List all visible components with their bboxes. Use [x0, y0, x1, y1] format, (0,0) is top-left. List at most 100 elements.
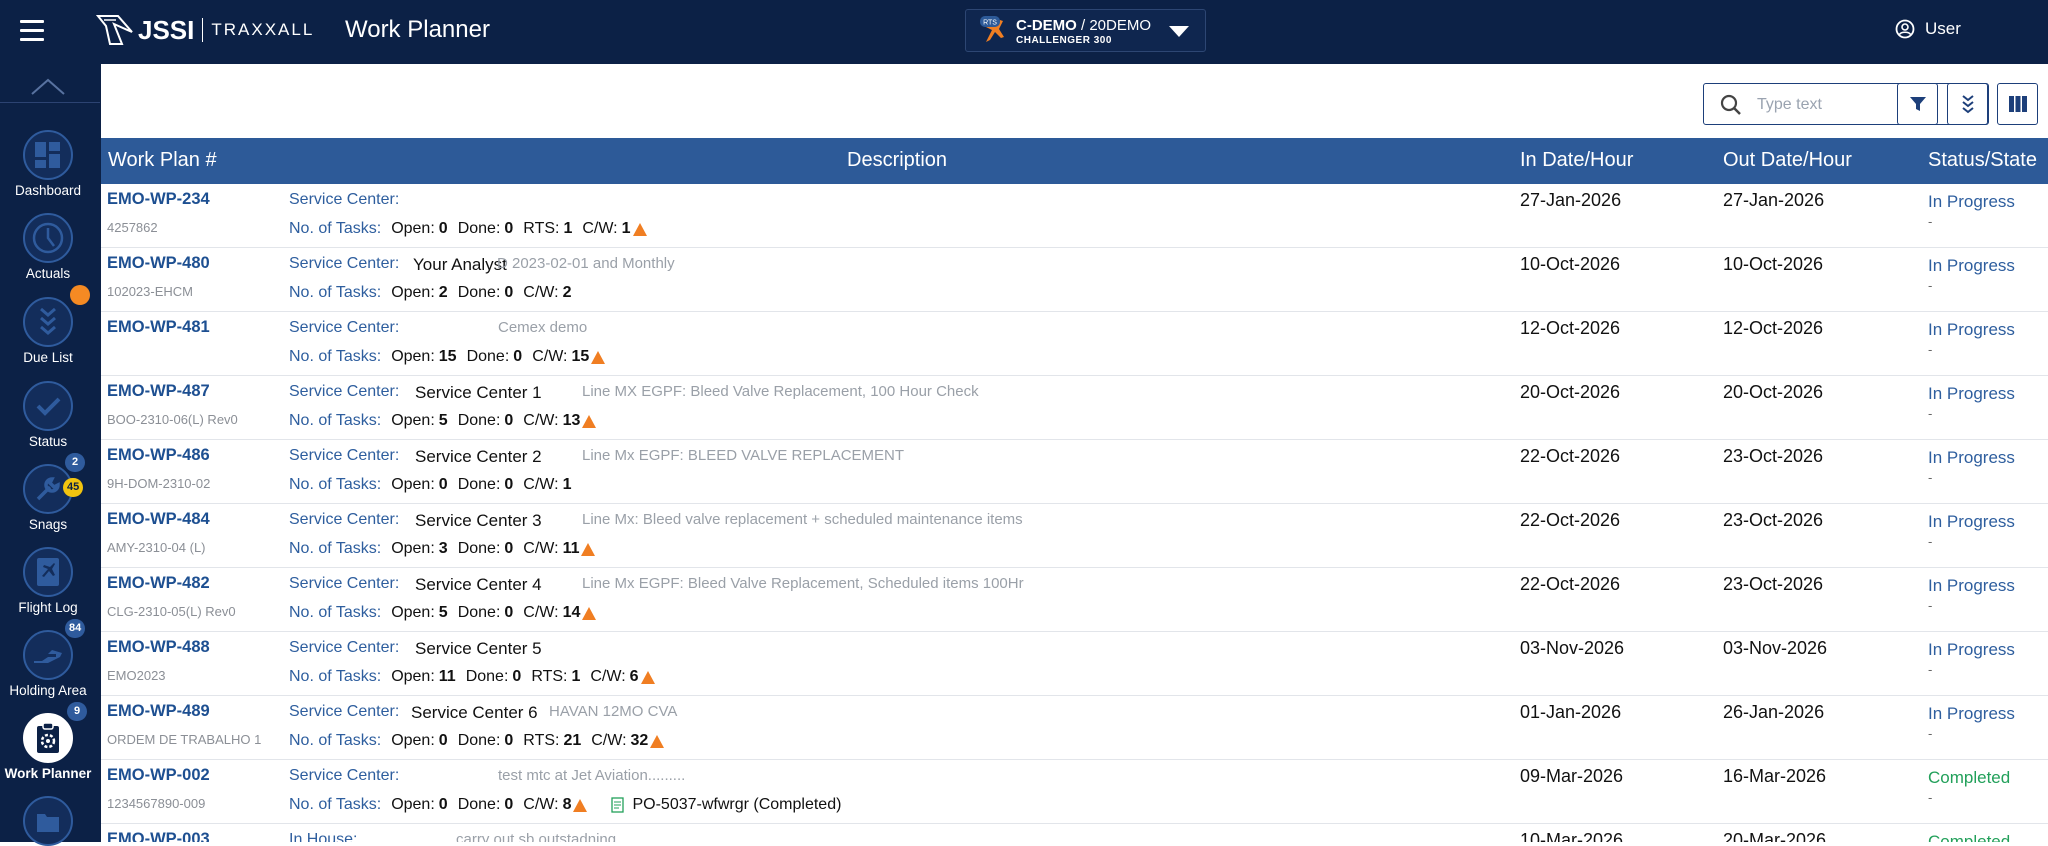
- status-text[interactable]: In Progress: [1928, 320, 2015, 340]
- work-plan-number[interactable]: EMO-WP-486: [107, 446, 210, 465]
- table-row[interactable]: EMO-WP-489 ORDEM DE TRABALHO 1 Service Cen…: [101, 696, 2048, 760]
- warning-icon: [582, 606, 597, 620]
- service-center-value: Service Center 5: [415, 639, 542, 658]
- user-label: User: [1925, 19, 1961, 38]
- aircraft-code: C-DEMO: [1016, 17, 1077, 34]
- status-text[interactable]: In Progress: [1928, 192, 2015, 212]
- user-menu[interactable]: User: [1895, 19, 1961, 39]
- sidebar-item-work-planner[interactable]: Work Planner: [0, 713, 96, 781]
- state-text: -: [1928, 214, 1933, 229]
- table-row[interactable]: EMO-WP-484 AMY-2310-04 (L) Service Center:…: [101, 504, 2048, 568]
- aircraft-selector[interactable]: RTS C-DEMO / 20DEMO CHALLENGER 300: [965, 9, 1206, 52]
- aircraft-registration: C-DEMO / 20DEMO: [1016, 17, 1151, 34]
- chevron-up-icon[interactable]: [28, 76, 68, 98]
- in-date: 10-Oct-2026: [1520, 254, 1621, 274]
- work-plan-number[interactable]: EMO-WP-484: [107, 510, 210, 529]
- service-center-label: Service Center:: [289, 191, 400, 208]
- sidebar-item-holding-area[interactable]: Holding Area: [0, 630, 96, 698]
- sidebar-item-documents[interactable]: [0, 796, 96, 846]
- table-row[interactable]: EMO-WP-003 In House: carry out sb outstadn…: [101, 824, 2048, 842]
- toolbar: [101, 64, 2048, 138]
- open-count: 0: [438, 796, 448, 813]
- task-counts: No. of Tasks: Open: 11 Done: 0 RTS: 1 C/W: 6: [289, 668, 665, 686]
- status-text[interactable]: Completed: [1928, 768, 2010, 788]
- cw-label: C/W:: [523, 540, 559, 557]
- sidebar-item-status[interactable]: Status: [0, 381, 96, 449]
- in-date: 27-Jan-2026: [1520, 190, 1622, 210]
- sidebar-divider: [0, 102, 100, 103]
- status-text[interactable]: In Progress: [1928, 384, 2015, 404]
- cw-count: 2: [562, 284, 572, 301]
- filter-button[interactable]: [1897, 83, 1938, 125]
- column-header-status[interactable]: Status/State: [1928, 149, 2037, 172]
- column-header-in-date[interactable]: In Date/Hour: [1520, 149, 1633, 172]
- task-counts: No. of Tasks: Open: 3 Done: 0 C/W: 11: [289, 540, 605, 558]
- logo-secondary: TRAXXALL: [211, 20, 315, 39]
- done-count: 0: [513, 348, 523, 365]
- work-plan-number[interactable]: EMO-WP-480: [107, 254, 210, 273]
- table-row[interactable]: EMO-WP-002 1234567890-009 Service Center: t…: [101, 760, 2048, 824]
- column-header-out-date[interactable]: Out Date/Hour: [1723, 149, 1852, 172]
- sidebar-item-actuals[interactable]: Actuals: [0, 213, 96, 281]
- service-center-label: Service Center:: [289, 447, 400, 464]
- work-plan-number[interactable]: EMO-WP-234: [107, 190, 210, 209]
- table-row[interactable]: EMO-WP-234 4257862 Service Center: No. of T…: [101, 184, 2048, 248]
- task-counts: No. of Tasks: Open: 0 Done: 0 RTS: 21 C/W: 32: [289, 732, 674, 750]
- work-plan-number[interactable]: EMO-WP-489: [107, 702, 210, 721]
- cw-count: 6: [629, 668, 639, 685]
- task-counts: No. of Tasks: Open: 5 Done: 0 C/W: 14: [289, 604, 606, 622]
- status-text[interactable]: In Progress: [1928, 512, 2015, 532]
- tasks-label: No. of Tasks:: [289, 284, 382, 301]
- service-center-label: Service Center:: [289, 639, 400, 656]
- description-text: Line Mx EGPF: Bleed Valve Replacement, S…: [582, 575, 1024, 592]
- status-text[interactable]: In Progress: [1928, 704, 2015, 724]
- columns-icon: [2008, 96, 2027, 112]
- table-row[interactable]: EMO-WP-481 Service Center: Cemex demo No. o…: [101, 312, 2048, 376]
- column-header-work-plan[interactable]: Work Plan #: [108, 149, 217, 172]
- work-plan-reference: AMY-2310-04 (L): [107, 540, 206, 555]
- expand-all-button[interactable]: [1947, 83, 1988, 125]
- task-counts: No. of Tasks: Open: 15 Done: 0 C/W: 15: [289, 348, 615, 366]
- service-center-value: Service Center 2: [415, 447, 542, 466]
- table-row[interactable]: EMO-WP-486 9H-DOM-2310-02 Service Center: S…: [101, 440, 2048, 504]
- open-count: 2: [438, 284, 448, 301]
- description-text: Line MX EGPF: Bleed Valve Replacement, 1…: [582, 383, 979, 400]
- description-text: Line Mx EGPF: BLEED VALVE REPLACEMENT: [582, 447, 905, 464]
- work-plan-number[interactable]: EMO-WP-002: [107, 766, 210, 785]
- work-plan-number[interactable]: EMO-WP-482: [107, 574, 210, 593]
- sidebar-item-due-list[interactable]: Due List: [0, 297, 96, 365]
- status-text[interactable]: In Progress: [1928, 640, 2015, 660]
- rts-airplane-icon: RTS: [980, 16, 1004, 42]
- service-center-label: Service Center:: [289, 575, 400, 592]
- work-plan-number[interactable]: EMO-WP-003: [107, 830, 210, 842]
- status-text[interactable]: In Progress: [1928, 576, 2015, 596]
- sidebar-item-flight-log[interactable]: Flight Log: [0, 547, 96, 615]
- column-header-description[interactable]: Description: [847, 149, 947, 172]
- menu-icon[interactable]: [20, 20, 44, 42]
- status-text[interactable]: In Progress: [1928, 256, 2015, 276]
- sidebar-item-dashboard[interactable]: Dashboard: [0, 130, 96, 198]
- tasks-label: No. of Tasks:: [289, 220, 382, 237]
- dashboard-icon: [35, 142, 60, 168]
- table-row[interactable]: EMO-WP-488 EMO2023 Service Center: Service …: [101, 632, 2048, 696]
- work-plan-number[interactable]: EMO-WP-487: [107, 382, 210, 401]
- work-plan-reference: 9H-DOM-2310-02: [107, 476, 211, 491]
- table-row[interactable]: EMO-WP-480 102023-EHCM Service Center: Your…: [101, 248, 2048, 312]
- purchase-order[interactable]: PO-5037-wfwrgr (Completed): [611, 796, 841, 814]
- columns-button[interactable]: [1997, 83, 2038, 125]
- service-center-value: Service Center 1: [415, 383, 542, 402]
- table-row[interactable]: EMO-WP-487 BOO-2310-06(L) Rev0 Service Cen…: [101, 376, 2048, 440]
- status-text[interactable]: Completed: [1928, 832, 2010, 842]
- service-center-value: Service Center 6: [411, 703, 538, 722]
- open-label: Open:: [391, 796, 435, 813]
- status-text[interactable]: In Progress: [1928, 448, 2015, 468]
- cw-label: C/W:: [590, 668, 626, 685]
- sidebar-item-snags[interactable]: Snags: [0, 464, 96, 532]
- holding-area-count-badge: 84: [65, 619, 86, 638]
- snags-alert-badge: 45: [63, 478, 84, 497]
- table-row[interactable]: EMO-WP-482 CLG-2310-05(L) Rev0 Service Cen…: [101, 568, 2048, 632]
- open-count: 11: [438, 668, 456, 685]
- open-label: Open:: [391, 732, 435, 749]
- work-plan-number[interactable]: EMO-WP-481: [107, 318, 210, 337]
- work-plan-number[interactable]: EMO-WP-488: [107, 638, 210, 657]
